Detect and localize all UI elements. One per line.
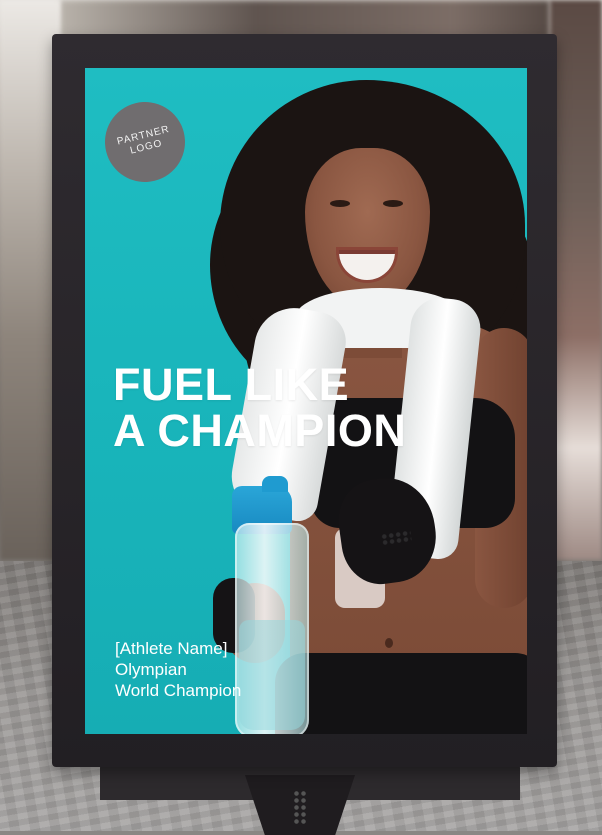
athlete-title: Olympian	[115, 660, 187, 679]
eye-right	[383, 200, 403, 207]
blurred-building-left	[0, 0, 60, 560]
athlete-name: [Athlete Name]	[115, 639, 228, 658]
athlete-navel	[385, 638, 393, 648]
ad-poster: PARTNER LOGO FUEL LIKE A CHAMPION [Athle…	[85, 68, 527, 734]
headline: FUEL LIKE A CHAMPION	[113, 362, 527, 454]
water-bottle-icon	[235, 523, 309, 734]
blurred-building-right	[550, 0, 602, 560]
headline-line: A CHAMPION	[113, 405, 407, 456]
athlete-achievement: World Champion	[115, 681, 242, 700]
sports-shorts	[275, 653, 527, 734]
stand-vent-holes	[293, 790, 307, 826]
eye-left	[330, 200, 350, 207]
athlete-credits: [Athlete Name] Olympian World Champion	[115, 638, 241, 701]
headline-line: FUEL LIKE	[113, 359, 350, 410]
smile	[339, 250, 395, 280]
